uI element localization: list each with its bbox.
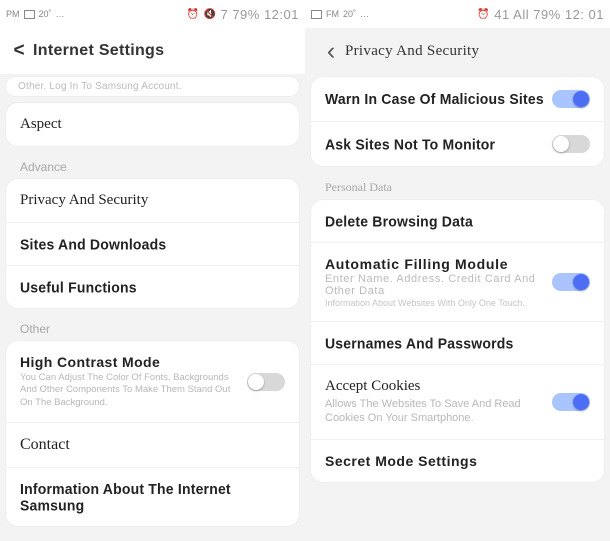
alarm-icon: ⏰: [187, 9, 200, 20]
row-usernames[interactable]: Usernames And Passwords: [311, 321, 604, 364]
mute-icon: 🔇: [204, 9, 217, 20]
label-high-contrast: High Contrast Mode: [20, 354, 247, 370]
label-secret: Secret Mode Settings: [325, 453, 477, 469]
status-temp: 20˚: [39, 9, 52, 19]
sub-autofill: Enter Name. Address. Credit Card And Oth…: [325, 273, 552, 297]
desc-high-contrast: You Can Adjust The Color Of Fonts, Backg…: [20, 372, 240, 409]
row-cookies[interactable]: Accept Cookies Allows The Websites To Sa…: [311, 364, 604, 439]
header: ‹ Privacy And Security: [305, 28, 610, 74]
login-hint: Other. Log In To Samsung Account.: [6, 77, 299, 96]
row-contact[interactable]: Contact: [6, 422, 299, 467]
label-contact: Contact: [20, 436, 70, 454]
status-temp: 20˚: [343, 9, 356, 19]
label-cookies: Accept Cookies: [325, 378, 552, 395]
status-time-label: PM: [6, 9, 20, 19]
row-secret[interactable]: Secret Mode Settings: [311, 439, 604, 482]
toggle-warn[interactable]: [552, 90, 590, 108]
label-about: Information About The Internet Samsung: [20, 480, 285, 514]
row-privacy[interactable]: Privacy And Security: [6, 179, 299, 222]
picture-icon: [24, 10, 35, 19]
row-sites[interactable]: Sites And Downloads: [6, 222, 299, 265]
status-bar: PM 20˚ … ⏰ 🔇 7 79% 12:01: [0, 0, 305, 28]
label-sites: Sites And Downloads: [20, 236, 166, 253]
back-button[interactable]: <: [5, 37, 33, 65]
toggle-high-contrast[interactable]: [247, 373, 285, 391]
desc-cookies: Allows The Websites To Save And Read Coo…: [325, 397, 545, 426]
status-more-icon: …: [56, 9, 65, 19]
toggle-autofill[interactable]: [552, 273, 590, 291]
label-useful: Useful Functions: [20, 279, 137, 296]
label-privacy: Privacy And Security: [20, 192, 148, 209]
page-title: Internet Settings: [33, 42, 164, 60]
section-other: Other: [6, 315, 299, 341]
row-delete[interactable]: Delete Browsing Data: [311, 200, 604, 242]
row-aspect[interactable]: Aspect: [6, 103, 299, 146]
status-right: 41 All 79% 12: 01: [494, 7, 604, 22]
label-ask: Ask Sites Not To Monitor: [325, 136, 552, 153]
header: < Internet Settings: [0, 28, 305, 74]
row-useful[interactable]: Useful Functions: [6, 265, 299, 308]
row-about[interactable]: Information About The Internet Samsung: [6, 467, 299, 526]
toggle-cookies[interactable]: [552, 393, 590, 411]
row-high-contrast[interactable]: High Contrast Mode You Can Adjust The Co…: [6, 341, 299, 422]
label-usernames: Usernames And Passwords: [325, 335, 514, 352]
section-personal: Personal Data: [311, 173, 604, 200]
row-warn[interactable]: Warn In Case Of Malicious Sites: [311, 77, 604, 121]
row-ask[interactable]: Ask Sites Not To Monitor: [311, 121, 604, 166]
status-fm: FM: [326, 9, 339, 19]
label-autofill: Automatic Filling Module: [325, 256, 552, 272]
page-title: Privacy And Security: [345, 43, 479, 60]
toggle-ask[interactable]: [552, 135, 590, 153]
picture-icon: [311, 10, 322, 19]
label-aspect: Aspect: [20, 116, 62, 133]
status-bar: FM 20˚ … ⏰ 41 All 79% 12: 01: [305, 0, 610, 28]
status-right: 7 79% 12:01: [220, 7, 299, 22]
label-delete: Delete Browsing Data: [325, 213, 473, 230]
back-button[interactable]: ‹: [317, 37, 345, 65]
desc-autofill: Information About Websites With Only One…: [325, 298, 552, 308]
alarm-icon: ⏰: [477, 9, 490, 20]
status-more-icon: …: [360, 9, 369, 19]
label-warn: Warn In Case Of Malicious Sites: [325, 91, 552, 108]
section-advance: Advance: [6, 153, 299, 179]
row-autofill[interactable]: Automatic Filling Module Enter Name. Add…: [311, 242, 604, 321]
